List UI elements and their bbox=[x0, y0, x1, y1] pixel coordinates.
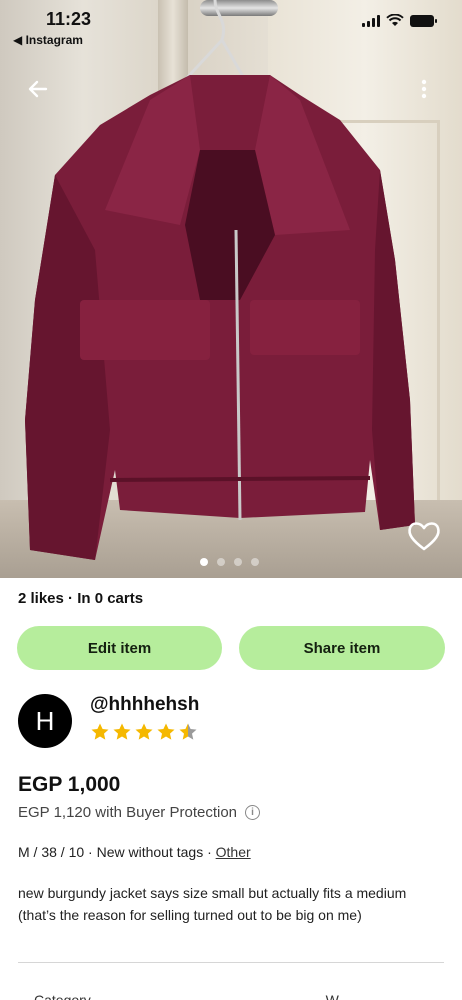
battery-icon bbox=[410, 14, 437, 27]
favorite-button[interactable] bbox=[404, 516, 444, 556]
divider bbox=[18, 962, 444, 963]
attributes-text: M / 38 / 10 · New without tags · bbox=[18, 844, 216, 860]
star-icon bbox=[179, 723, 197, 740]
category-value: W... ... ... ... ... bbox=[325, 992, 412, 1000]
star-icon bbox=[113, 723, 131, 740]
buyer-protection-price: EGP 1,120 with Buyer Protection i bbox=[18, 804, 261, 821]
star-icon bbox=[157, 723, 175, 740]
seller-avatar[interactable]: H bbox=[18, 694, 72, 748]
item-attributes: M / 38 / 10 · New without tags · Other bbox=[18, 844, 251, 860]
seller-username[interactable]: @hhhhehsh bbox=[90, 694, 199, 716]
arrow-left-icon bbox=[28, 80, 48, 98]
pagination-dot[interactable] bbox=[234, 558, 242, 566]
pagination-dot[interactable] bbox=[200, 558, 208, 566]
jacket-illustration bbox=[25, 0, 415, 560]
status-time: 11:23 bbox=[46, 9, 92, 29]
category-row[interactable]: Category W... ... ... ... ... bbox=[34, 992, 426, 1000]
likes-carts-count: 2 likes · In 0 carts bbox=[18, 590, 144, 607]
seller-rating bbox=[90, 722, 198, 742]
heart-icon bbox=[408, 522, 440, 551]
gallery-pagination[interactable] bbox=[200, 558, 259, 566]
pagination-dot[interactable] bbox=[251, 558, 259, 566]
status-bar: 11:23 ◀ Instagram bbox=[0, 0, 462, 54]
category-other-link[interactable]: Other bbox=[216, 844, 251, 860]
item-description: new burgundy jacket says size small but … bbox=[18, 885, 407, 923]
more-options-button[interactable] bbox=[404, 69, 444, 109]
item-price: EGP 1,000 bbox=[18, 773, 121, 796]
more-vertical-icon bbox=[421, 79, 427, 99]
edit-item-button[interactable]: Edit item bbox=[17, 626, 222, 670]
product-photo[interactable]: 11:23 ◀ Instagram bbox=[0, 0, 462, 578]
cellular-signal-icon bbox=[362, 14, 380, 27]
info-icon[interactable]: i bbox=[245, 805, 261, 820]
pagination-dot[interactable] bbox=[217, 558, 225, 566]
wifi-icon bbox=[386, 14, 404, 26]
buyer-protection-text: EGP 1,120 with Buyer Protection bbox=[18, 804, 238, 821]
star-icon bbox=[135, 723, 153, 740]
star-icon bbox=[91, 723, 109, 740]
share-item-button[interactable]: Share item bbox=[239, 626, 445, 670]
category-label: Category bbox=[34, 992, 91, 1000]
status-icons bbox=[362, 14, 437, 27]
back-button[interactable] bbox=[18, 69, 58, 109]
back-to-instagram-link[interactable]: ◀ Instagram bbox=[13, 33, 83, 47]
